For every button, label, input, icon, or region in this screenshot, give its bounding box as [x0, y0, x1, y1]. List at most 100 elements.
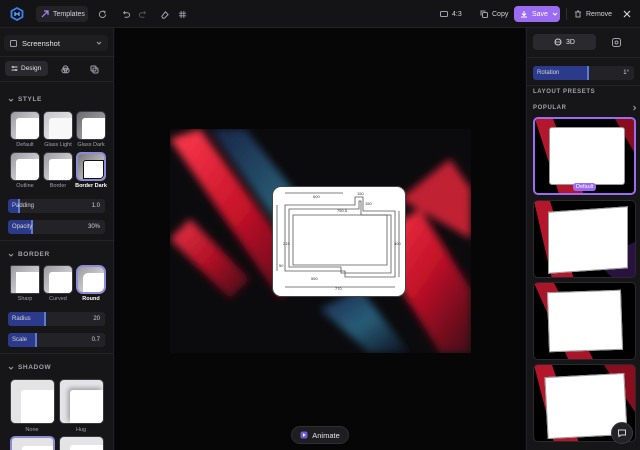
popular-header[interactable]: POPULAR [533, 105, 637, 111]
style-thumb [76, 152, 106, 181]
border-thumb [76, 265, 106, 294]
screenshot-frame[interactable]: 600 150 150 750,5 215 400 550 770 50 [272, 186, 406, 297]
popular-title: POPULAR [533, 105, 567, 111]
animate-button[interactable]: Animate [291, 426, 349, 444]
opacity-slider[interactable]: Opacity 30% [8, 220, 105, 234]
chevron-down-icon [96, 40, 102, 46]
top-bar: Templates 4:3 Copy Save Remove [0, 0, 640, 28]
shadow-section-header[interactable]: SHADOW [8, 364, 51, 371]
preset-card-default[interactable]: Default [533, 117, 636, 195]
refresh-icon[interactable] [96, 6, 108, 22]
divider [0, 240, 113, 241]
opacity-label: Opacity [12, 223, 33, 230]
templates-label: Templates [53, 10, 85, 18]
style-thumb [43, 111, 73, 140]
animate-label: Animate [312, 430, 340, 440]
chevron-down-icon [8, 252, 14, 258]
border-section-title: BORDER [18, 251, 50, 258]
style-option-label: Glass Dark [77, 142, 105, 148]
canvas-area: 600 150 150 750,5 215 400 550 770 50 Ani… [115, 28, 525, 450]
aspect-ratio-icon [440, 10, 448, 18]
radius-value: 20 [93, 315, 100, 322]
preset-card-screenshot [546, 289, 624, 353]
border-thumb [10, 265, 40, 294]
shadow-thumb [10, 379, 55, 424]
copy-icon [480, 10, 488, 18]
mode-2d-icon[interactable] [609, 36, 623, 48]
dimension-label: 215 [283, 241, 290, 246]
x-logo-icon[interactable] [622, 6, 632, 22]
scale-slider[interactable]: Scale 0.7 [8, 333, 105, 347]
play-icon [300, 431, 308, 439]
divider [0, 56, 113, 57]
dimension-label: 150 [357, 191, 364, 196]
chevron-down-icon [8, 97, 14, 103]
preset-card-screenshot [548, 206, 628, 274]
border-thumb [43, 265, 73, 294]
remove-button[interactable]: Remove [574, 6, 613, 22]
style-section-header[interactable]: STYLE [8, 96, 42, 103]
divider [0, 81, 113, 82]
app-logo-icon[interactable] [10, 7, 24, 21]
padding-slider[interactable]: Padding 1.0 [8, 199, 105, 213]
scale-value: 0.7 [91, 336, 100, 343]
preset-card-screenshot [549, 127, 625, 185]
shadow-option-thumb[interactable] [59, 436, 104, 450]
padding-label: Padding [12, 202, 35, 209]
copy-button[interactable]: Copy [480, 6, 510, 22]
preset-card[interactable] [533, 200, 636, 278]
templates-button[interactable]: Templates [36, 6, 88, 22]
shadow-option-thumb[interactable] [10, 436, 55, 450]
shadow-thumb [59, 379, 104, 424]
tab-design[interactable]: Design [5, 61, 48, 76]
style-thumb [76, 111, 106, 140]
style-thumb [10, 152, 40, 181]
remove-label: Remove [586, 10, 613, 18]
left-sidebar: Screenshot Design STYLE Default Glass Li… [0, 28, 114, 450]
radius-label: Radius [12, 315, 31, 322]
dimension-label: 600 [313, 194, 320, 199]
layout-presets-title: LAYOUT PRESETS [533, 89, 596, 95]
radius-slider[interactable]: Radius 20 [8, 312, 105, 326]
eraser-icon[interactable] [159, 6, 169, 22]
rotation-label: Rotation [537, 69, 560, 76]
divider [527, 85, 640, 86]
save-button[interactable]: Save [514, 6, 560, 22]
style-thumb [43, 152, 73, 181]
dimension-label: 550 [311, 276, 318, 281]
panel-select[interactable]: Screenshot [4, 35, 108, 51]
default-badge: Default [573, 183, 597, 191]
divider [527, 57, 640, 58]
dimension-label: 400 [394, 241, 401, 246]
rotation-slider[interactable]: Rotation 1° [533, 66, 634, 80]
save-label: Save [532, 10, 548, 18]
chevron-right-icon [632, 105, 637, 111]
preset-card[interactable] [533, 282, 636, 360]
shadow-section-title: SHADOW [18, 364, 52, 371]
tab-duplicate-icon[interactable] [89, 64, 99, 74]
aspect-ratio-label: 4:3 [452, 10, 462, 18]
mode-3d-button[interactable]: 3D [533, 34, 596, 50]
download-icon [520, 10, 528, 18]
redo-icon[interactable] [138, 6, 148, 22]
undo-icon[interactable] [120, 6, 130, 22]
dimension-label: 150 [365, 201, 372, 206]
screenshot-icon [10, 39, 17, 47]
divider [566, 8, 567, 20]
grid-icon[interactable] [177, 6, 187, 22]
floor-plan-drawing: 600 150 150 750,5 215 400 550 770 50 [276, 191, 401, 291]
mode-3d-label: 3D [566, 38, 575, 46]
shadow-option-label: None [25, 427, 39, 433]
border-option-label: Round [82, 296, 100, 302]
scale-label: Scale [12, 336, 28, 343]
border-section-header[interactable]: BORDER [8, 251, 50, 258]
chat-icon [618, 429, 626, 438]
chevron-down-icon[interactable] [552, 11, 558, 17]
tab-layers-icon[interactable] [60, 64, 70, 74]
copy-label: Copy [492, 10, 509, 18]
chat-button[interactable] [611, 422, 633, 444]
dimension-label: 770 [335, 286, 342, 291]
aspect-ratio-button[interactable]: 4:3 [440, 6, 466, 22]
sliders-icon [11, 65, 18, 72]
padding-value: 1.0 [91, 202, 100, 209]
